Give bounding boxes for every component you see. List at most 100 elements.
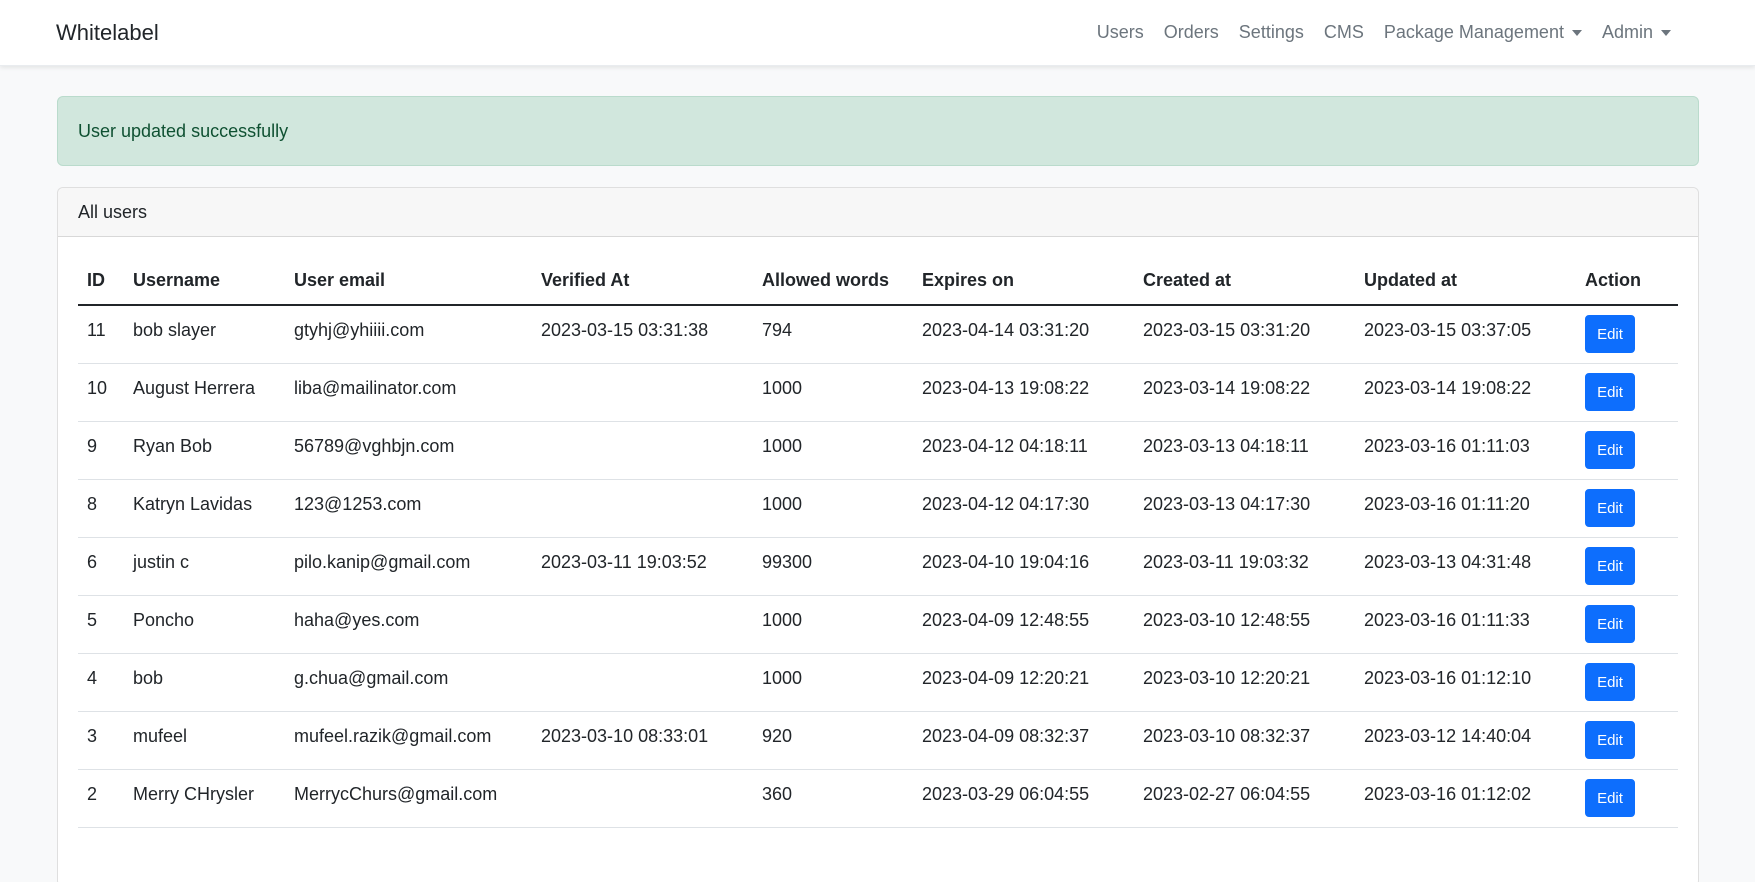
cell-expires-on: 2023-04-12 04:17:30 (913, 479, 1134, 538)
cell-updated-at-text: 2023-03-12 14:40:04 (1364, 725, 1532, 746)
cell-created-at: 2023-03-11 19:03:32 (1134, 537, 1355, 596)
header-expires-on: Expires on (913, 257, 1134, 306)
cell-email: 123@1253.com (285, 479, 532, 538)
edit-button[interactable]: Edit (1585, 779, 1635, 817)
cell-id-text: 2 (87, 783, 98, 804)
cell-allowed-words-text: 794 (762, 319, 793, 340)
cell-expires-on-text: 2023-04-14 03:31:20 (922, 319, 1090, 340)
edit-button[interactable]: Edit (1585, 431, 1635, 469)
cell-id-text: 4 (87, 667, 98, 688)
cell-verified-at-text: 2023-03-10 08:33:01 (541, 725, 709, 746)
cell-allowed-words: 920 (753, 711, 913, 770)
cell-expires-on: 2023-04-09 08:32:37 (913, 711, 1134, 770)
cell-action: Edit (1576, 537, 1678, 596)
cell-email-text: pilo.kanip@gmail.com (294, 551, 471, 572)
cell-allowed-words: 1000 (753, 653, 913, 712)
cell-updated-at-text: 2023-03-16 01:11:33 (1364, 609, 1530, 630)
cell-email: MerrycChurs@gmail.com (285, 769, 532, 828)
edit-button[interactable]: Edit (1585, 605, 1635, 643)
cell-id-text: 3 (87, 725, 98, 746)
cell-updated-at-text: 2023-03-15 03:37:05 (1364, 319, 1532, 340)
cell-allowed-words: 794 (753, 305, 913, 364)
main-container: User updated successfully All users ID U… (0, 66, 1755, 882)
edit-button[interactable]: Edit (1585, 315, 1635, 354)
cell-expires-on: 2023-03-29 06:04:55 (913, 769, 1134, 828)
cell-email: haha@yes.com (285, 595, 532, 654)
table-row: 6 justin c pilo.kanip@gmail.com 2023-03-11 … (78, 537, 1678, 596)
cell-action: Edit (1576, 653, 1678, 712)
cell-action: Edit (1576, 595, 1678, 654)
cell-allowed-words-text: 1000 (762, 377, 803, 398)
cell-expires-on: 2023-04-12 04:18:11 (913, 421, 1134, 480)
cell-email-text: 123@1253.com (294, 493, 422, 514)
cell-id: 9 (78, 421, 124, 480)
cell-email: g.chua@gmail.com (285, 653, 532, 712)
edit-button[interactable]: Edit (1585, 663, 1635, 701)
edit-button[interactable]: Edit (1585, 721, 1635, 759)
cell-id: 5 (78, 595, 124, 654)
users-card: All users ID Username User email Verifie… (57, 187, 1699, 882)
edit-button[interactable]: Edit (1585, 547, 1635, 585)
cell-username: mufeel (124, 711, 285, 770)
cell-verified-at (532, 363, 753, 422)
nav-package-management-label: Package Management (1383, 22, 1564, 42)
cell-id-text: 6 (87, 551, 98, 572)
cell-id-text: 5 (87, 609, 98, 630)
cell-email-text: haha@yes.com (294, 609, 420, 630)
cell-created-at: 2023-03-10 08:32:37 (1134, 711, 1355, 770)
brand-link[interactable]: Whitelabel (56, 20, 159, 46)
cell-username: August Herrera (124, 363, 285, 422)
nav-package-management-dropdown[interactable]: Package Management (1384, 22, 1582, 43)
edit-button[interactable]: Edit (1585, 373, 1635, 411)
table-header-row: ID Username User email Verified At Allow… (78, 257, 1678, 306)
nav-orders[interactable]: Orders (1164, 22, 1219, 43)
cell-updated-at-text: 2023-03-14 19:08:22 (1364, 377, 1532, 398)
cell-email: 56789@vghbjn.com (285, 421, 532, 480)
cell-id-text: 11 (87, 319, 106, 340)
nav-admin-dropdown[interactable]: Admin (1602, 22, 1671, 43)
cell-verified-at (532, 479, 753, 538)
cell-created-at: 2023-03-10 12:20:21 (1134, 653, 1355, 712)
cell-updated-at: 2023-03-16 01:12:02 (1355, 769, 1576, 828)
header-username: Username (124, 257, 285, 306)
table-row: 8 Katryn Lavidas 123@1253.com 1000 2023-04-1… (78, 479, 1678, 538)
cell-email-text: liba@mailinator.com (294, 377, 457, 398)
cell-created-at-text: 2023-03-10 12:20:21 (1143, 667, 1311, 688)
cell-action: Edit (1576, 305, 1678, 364)
cell-action: Edit (1576, 479, 1678, 538)
table-row: 11 bob slayer gtyhj@yhiiii.com 2023-03-15 0… (78, 305, 1678, 364)
caret-down-icon (1571, 29, 1582, 36)
nav-users[interactable]: Users (1097, 22, 1144, 43)
caret-down-icon (1661, 29, 1671, 36)
cell-allowed-words: 360 (753, 769, 913, 828)
cell-action: Edit (1576, 711, 1678, 770)
cell-updated-at: 2023-03-13 04:31:48 (1355, 537, 1576, 596)
cell-allowed-words-text: 920 (762, 725, 793, 746)
card-title: All users (78, 201, 148, 222)
cell-username: Ryan Bob (124, 421, 285, 480)
header-action: Action (1576, 257, 1678, 306)
cell-verified-at-text: 2023-03-15 03:31:38 (541, 319, 709, 340)
cell-id-text: 9 (87, 435, 98, 456)
cell-allowed-words: 1000 (753, 363, 913, 422)
nav-settings[interactable]: Settings (1239, 22, 1304, 43)
cell-created-at: 2023-03-15 03:31:20 (1134, 305, 1355, 364)
cell-email-text: gtyhj@yhiiii.com (294, 319, 425, 340)
cell-id-text: 8 (87, 493, 98, 514)
cell-updated-at: 2023-03-16 01:11:33 (1355, 595, 1576, 654)
cell-email: mufeel.razik@gmail.com (285, 711, 532, 770)
cell-id: 3 (78, 711, 124, 770)
header-allowed-words: Allowed words (753, 257, 913, 306)
table-row: 3 mufeel mufeel.razik@gmail.com 2023-03-10 … (78, 711, 1678, 770)
cell-expires-on-text: 2023-04-09 08:32:37 (922, 725, 1090, 746)
cell-created-at-text: 2023-03-13 04:17:30 (1143, 493, 1311, 514)
cell-username: bob (124, 653, 285, 712)
cell-action: Edit (1576, 769, 1678, 828)
edit-button[interactable]: Edit (1585, 489, 1635, 527)
cell-created-at: 2023-02-27 06:04:55 (1134, 769, 1355, 828)
cell-created-at-text: 2023-03-10 08:32:37 (1143, 725, 1311, 746)
cell-expires-on-text: 2023-04-09 12:20:21 (922, 667, 1090, 688)
nav-cms[interactable]: CMS (1324, 22, 1364, 43)
cell-verified-at (532, 653, 753, 712)
table-body: 11 bob slayer gtyhj@yhiiii.com 2023-03-15 0… (78, 305, 1678, 828)
